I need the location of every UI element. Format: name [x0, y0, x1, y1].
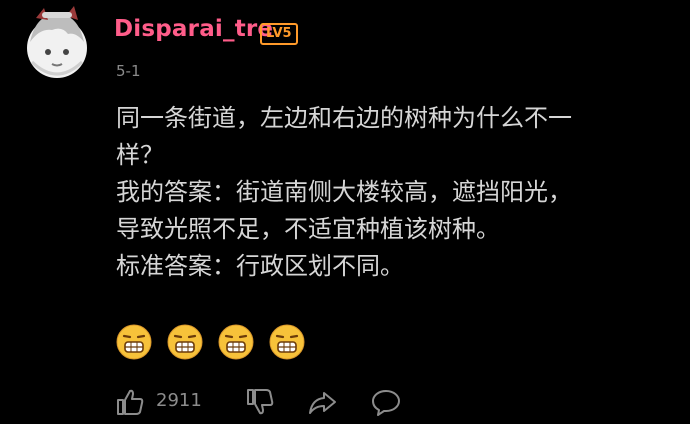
like-button[interactable]: [114, 386, 146, 422]
comment-line: 同一条街道，左边和右边的树种为什么不一: [116, 104, 572, 132]
thumbs-up-icon: [117, 389, 144, 415]
share-icon: [309, 392, 336, 414]
like-count: 2911: [156, 390, 202, 411]
user-avatar[interactable]: [22, 6, 92, 82]
dislike-button[interactable]: [244, 386, 276, 422]
username[interactable]: Disparai_tre: [114, 16, 273, 42]
share-button[interactable]: [306, 386, 338, 422]
grimace-emoji: [218, 324, 254, 360]
comment-line: 标准答案：行政区划不同。: [116, 252, 404, 280]
reply-button[interactable]: [370, 386, 402, 422]
grimace-emoji: [116, 324, 152, 360]
reply-icon: [372, 390, 400, 416]
comment-date: 5-1: [116, 62, 141, 80]
comment-line: 样？: [116, 141, 164, 169]
comment-text: 同一条街道，左边和右边的树种为什么不一 样？ 我的答案：街道南侧大楼较高，遮挡阳…: [116, 100, 678, 285]
emoji-row: [116, 324, 305, 360]
comment-line: 导致光照不足，不适宜种植该树种。: [116, 215, 500, 243]
comment-line: 我的答案：街道南侧大楼较高，遮挡阳光，: [116, 178, 572, 206]
grimace-emoji: [167, 324, 203, 360]
grimace-emoji: [269, 324, 305, 360]
level-badge: LV5: [260, 23, 298, 45]
thumbs-down-icon: [247, 389, 274, 415]
